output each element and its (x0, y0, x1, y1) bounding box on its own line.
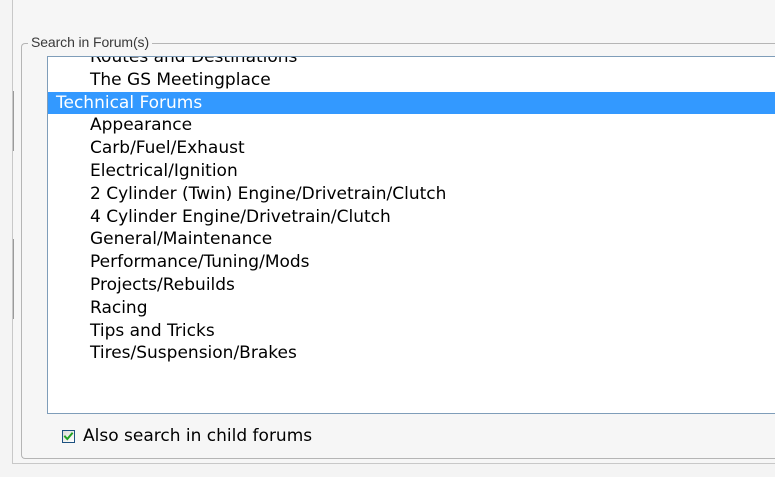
forum-option[interactable]: General/Maintenance (48, 228, 775, 251)
panel-edge-mark (13, 239, 14, 319)
child-forums-option[interactable]: Also search in child forums (62, 425, 312, 447)
forum-option[interactable]: Projects/Rebuilds (48, 274, 775, 297)
fieldset-legend: Search in Forum(s) (28, 33, 153, 51)
forum-option[interactable]: 2 Cylinder (Twin) Engine/Drivetrain/Clut… (48, 183, 775, 206)
forum-option[interactable]: Electrical/Ignition (48, 160, 775, 183)
forum-option[interactable]: Appearance (48, 114, 775, 137)
forum-option[interactable]: 4 Cylinder Engine/Drivetrain/Clutch (48, 206, 775, 229)
panel-edge-mark (13, 91, 14, 151)
child-forums-label[interactable]: Also search in child forums (83, 425, 312, 447)
child-forums-checkbox[interactable] (62, 429, 75, 443)
checkmark-icon (63, 431, 74, 441)
forum-option[interactable]: Carb/Fuel/Exhaust (48, 137, 775, 160)
forum-option[interactable]: Performance/Tuning/Mods (48, 251, 775, 274)
search-forums-panel: Search in Forum(s) Routes and Destinatio… (0, 0, 775, 477)
forum-option[interactable]: Routes and Destinations (48, 57, 775, 69)
forum-option[interactable]: Tips and Tricks (48, 320, 775, 343)
forum-option[interactable]: The GS Meetingplace (48, 69, 775, 92)
forum-option[interactable]: Racing (48, 297, 775, 320)
forum-select-listbox[interactable]: Routes and Destinations The GS Meetingpl… (47, 56, 775, 414)
forum-option[interactable]: Tires/Suspension/Brakes (48, 342, 775, 365)
forum-option-selected[interactable]: Technical Forums (48, 91, 775, 115)
